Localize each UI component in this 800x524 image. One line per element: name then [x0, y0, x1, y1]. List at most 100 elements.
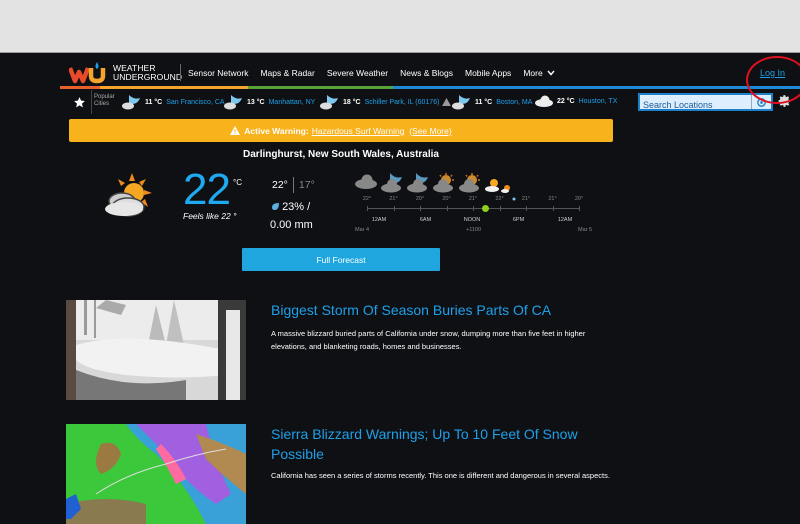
high-temp: 22°: [272, 179, 288, 191]
hourly-time-label: 6AM: [419, 217, 432, 223]
colorbar-segment: [393, 86, 800, 89]
hourly-temp: 21°: [521, 196, 531, 202]
colorbar-segment: [100, 86, 248, 89]
timeline-tick: [473, 206, 474, 211]
city-temp: 22 °C: [557, 97, 575, 105]
precip-chance-value: 23% /: [282, 201, 311, 213]
hourly-time-label: 12AM: [557, 217, 573, 223]
full-forecast-button[interactable]: Full Forecast: [242, 248, 440, 271]
hourly-temp: 21°: [548, 196, 557, 202]
nav-severe-weather[interactable]: Severe Weather: [327, 68, 388, 78]
city-temp: 11 °C: [475, 98, 493, 106]
city-name[interactable]: Schiller Park, IL (60176): [365, 99, 440, 106]
news-thumbnail-snow[interactable]: [66, 300, 246, 400]
star-icon: [74, 96, 85, 107]
main-nav: WEATHER UNDERGROUND Sensor Network Maps …: [0, 53, 800, 89]
partly-cloudy-icon: [105, 173, 152, 217]
nav-links: Sensor Network Maps & Radar Severe Weath…: [188, 68, 567, 78]
hourly-time-label: 12AM: [371, 217, 387, 223]
brand-line2: UNDERGROUND: [113, 72, 183, 82]
hourly-temp: 20°: [574, 196, 584, 202]
timeline-tick: [367, 206, 368, 211]
hourly-temp: 20°: [442, 196, 451, 202]
temp-unit[interactable]: °C: [233, 178, 242, 187]
hourly-strip: Mar 4 +1100 Mar 5 22° 21° 20° 20° 21° 22° 21° 2…: [354, 173, 594, 233]
city-name[interactable]: Manhattan, NY: [269, 99, 316, 106]
timeline-tick: [526, 206, 527, 211]
timeline-tick: [420, 206, 421, 211]
logo[interactable]: WEATHER UNDERGROUND: [67, 62, 182, 84]
favorites-button[interactable]: [68, 90, 92, 114]
hourly-temp: 22°: [495, 196, 504, 202]
colorbar-segment: [60, 86, 100, 89]
popular-cities-label: Popular Cities: [94, 94, 115, 108]
hourly-time-label: 6PM: [512, 217, 525, 223]
city-name[interactable]: San Francisco, CA: [166, 99, 224, 106]
city-item[interactable]: 22 °C Houston, TX: [534, 94, 617, 108]
nav-maps-radar[interactable]: Maps & Radar: [260, 68, 314, 78]
hourly-temp: 21°: [389, 196, 398, 202]
city-temp: 11 °C: [145, 98, 163, 106]
warning-banner: Active Warning: Hazardous Surf Warning (…: [69, 119, 613, 142]
city-item[interactable]: 13 °C Manhattan, NY: [222, 94, 315, 110]
see-more-link[interactable]: (See More): [409, 126, 452, 136]
partly-cloudy-night-icon: [122, 95, 140, 110]
nav-mobile-apps[interactable]: Mobile Apps: [465, 68, 511, 78]
timeline-tick: [393, 206, 395, 211]
precip-chance: 23% /: [272, 201, 310, 213]
city-item[interactable]: 11 °C Boston, MA: [450, 94, 532, 110]
location-title: Darlinghurst, New South Wales, Australia: [243, 149, 439, 160]
hourly-temp: 21°: [468, 196, 478, 202]
partly-cloudy-day-icon: [458, 173, 482, 198]
nav-sensor-network[interactable]: Sensor Network: [188, 68, 248, 78]
cloudy-icon: [354, 173, 378, 194]
date-end: Mar 5: [578, 227, 593, 233]
partly-cloudy-night-icon: [380, 173, 404, 198]
warning-icon: [230, 126, 241, 135]
nav-news-blogs[interactable]: News & Blogs: [400, 68, 453, 78]
hilo-divider: [292, 177, 294, 193]
feels-like: Feels like 22 °: [183, 211, 237, 221]
timeline-tick: [499, 206, 501, 211]
raindrop-icon: [272, 203, 279, 210]
timeline-tick: [552, 206, 554, 211]
nav-divider: [180, 64, 181, 81]
partly-cloudy-night-icon: [224, 95, 242, 110]
wu-logo-icon: [67, 62, 106, 84]
warning-link[interactable]: Hazardous Surf Warning: [312, 126, 405, 136]
city-item[interactable]: 11 °C San Francisco, CA: [120, 94, 225, 110]
page: WEATHER UNDERGROUND Sensor Network Maps …: [0, 53, 800, 524]
partly-cloudy-day-icon: [432, 173, 456, 198]
cloudy-icon: [535, 95, 553, 107]
popular-cities-bar: Popular Cities 11 °C San Francisco, CA 1…: [68, 90, 800, 114]
partly-cloudy-night-icon: [406, 173, 430, 198]
search-input[interactable]: [640, 98, 752, 112]
hourly-temp: 22°: [362, 196, 372, 202]
precip-amount: 0.00 mm: [270, 219, 313, 231]
city-temp: 18 °C: [343, 98, 361, 106]
city-name[interactable]: Boston, MA: [496, 99, 532, 106]
popular-label-line1: Popular: [94, 94, 115, 100]
hourly-temp: 20°: [415, 196, 425, 202]
city-name[interactable]: Houston, TX: [579, 98, 618, 105]
nav-more[interactable]: More: [523, 68, 555, 78]
low-temp: 17°: [298, 179, 315, 191]
browser-top-area: [0, 0, 800, 53]
colorbar-segment: [248, 86, 393, 89]
news-description: A massive blizzard buried parts of Calif…: [271, 329, 586, 351]
partly-cloudy-night-icon: [452, 95, 470, 110]
brand-name: WEATHER UNDERGROUND: [113, 64, 182, 82]
high-low: 22° 17°: [272, 177, 315, 193]
current-temp: 22: [183, 165, 231, 214]
news-title[interactable]: Biggest Storm Of Season Buries Parts Of …: [271, 300, 611, 320]
timeline-tick: [579, 206, 580, 211]
city-item[interactable]: 18 °C Schiller Park, IL (60176): [318, 94, 452, 110]
date-start: Mar 4: [355, 227, 370, 233]
nav-more-label: More: [523, 68, 543, 78]
city-temp: 13 °C: [247, 98, 265, 106]
partly-cloudy-night-icon: [320, 95, 338, 110]
news-title[interactable]: Sierra Blizzard Warnings; Up To 10 Feet …: [271, 424, 611, 464]
news-thumbnail-radar-map[interactable]: [66, 424, 246, 524]
chevron-down-icon: [547, 70, 555, 76]
annotation-circle: [746, 56, 800, 104]
